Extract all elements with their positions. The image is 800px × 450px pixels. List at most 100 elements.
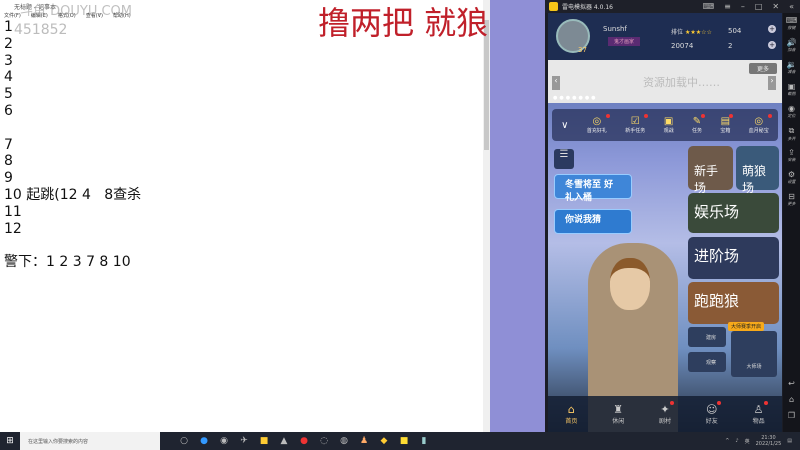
system-tray: ^ ♪ 英 21:30 2022/1/25 ▤ bbox=[725, 435, 800, 447]
rank-stars: ★★★☆☆ bbox=[684, 29, 712, 36]
user-title-badge: 鬼才画家 bbox=[608, 37, 641, 46]
minimize-icon[interactable]: – bbox=[741, 2, 745, 11]
guess-promo[interactable]: 你说我猜 bbox=[554, 209, 632, 234]
gear-icon: ⚙ bbox=[787, 170, 796, 179]
tray-chevron-icon[interactable]: ^ bbox=[725, 438, 729, 444]
task-label: 血月秘宝 bbox=[748, 128, 769, 134]
sidebar-settings[interactable]: ⚙ 设置 bbox=[783, 167, 800, 189]
back-icon[interactable]: ↩ bbox=[783, 376, 800, 392]
app-icon[interactable]: ◆ bbox=[374, 436, 394, 446]
app-icon[interactable]: ● bbox=[294, 436, 314, 446]
text-line: 8 bbox=[4, 153, 13, 170]
app-icon[interactable]: ▮ bbox=[414, 436, 434, 446]
friends-icon: ☺ bbox=[706, 403, 718, 416]
app-icon[interactable]: ◌ bbox=[314, 436, 334, 446]
task-label: 任务 bbox=[691, 128, 702, 134]
chat-icon[interactable]: ☰ bbox=[554, 149, 574, 169]
app-icon[interactable]: ◉ bbox=[214, 436, 234, 446]
task-chest[interactable]: ▤ 宝箱 bbox=[720, 114, 734, 134]
more-button[interactable]: 更多 bbox=[748, 63, 777, 74]
checklist-icon: ☑ bbox=[630, 116, 640, 127]
banner-next-button[interactable]: › bbox=[768, 76, 776, 90]
app-icon[interactable]: ♟ bbox=[354, 436, 374, 446]
home-button-icon[interactable]: ⌂ bbox=[783, 392, 800, 408]
banner-prev-button[interactable]: ‹ bbox=[552, 76, 560, 90]
sidebar-multi[interactable]: ⧉ 多开 bbox=[783, 123, 800, 145]
mode-cute-wolf[interactable]: 萌狼场 bbox=[736, 146, 779, 195]
screenshot-icon: ▣ bbox=[787, 82, 796, 91]
sidebar-label: 定位 bbox=[787, 113, 796, 118]
task-first-recharge[interactable]: ◎ 首充好礼 bbox=[587, 114, 610, 134]
volume-down-icon: 🔉 bbox=[786, 60, 797, 69]
taskbar-search-input[interactable]: 在这里输入你要搜索的内容 bbox=[20, 432, 160, 450]
master-mode-button[interactable]: 大师场 bbox=[731, 331, 777, 377]
clock[interactable]: 21:30 2022/1/25 bbox=[756, 435, 782, 447]
app-icon[interactable]: ■ bbox=[254, 436, 274, 446]
tv-icon: ▣ bbox=[663, 116, 674, 127]
sidebar-label: 安装 bbox=[787, 157, 796, 162]
task-newbie[interactable]: ☑ 新手任务 bbox=[625, 114, 649, 134]
nav-village[interactable]: ✦ 剧村 bbox=[659, 401, 674, 425]
close-icon[interactable]: ✕ bbox=[772, 2, 779, 11]
task-view-icon[interactable]: ○ bbox=[174, 436, 194, 446]
nav-label: 好友 bbox=[705, 418, 718, 425]
sidebar-install[interactable]: ⇪ 安装 bbox=[783, 145, 800, 167]
nav-home[interactable]: ⌂ 首页 bbox=[565, 403, 577, 425]
mode-entertainment[interactable]: 娱乐场 bbox=[688, 193, 779, 233]
gift-icon: ◎ bbox=[592, 116, 602, 127]
level: 37 bbox=[578, 46, 587, 54]
emulator-titlebar: 雷电模拟器 4.0.16 ⌨ ≡ – □ ✕ « bbox=[545, 0, 800, 13]
banner[interactable]: ‹ 资源加载中…… 更多 › ●●●●●●● bbox=[548, 60, 782, 103]
ime-indicator[interactable]: 英 bbox=[745, 438, 750, 445]
mode-run-wolf[interactable]: 跑跑狼 bbox=[688, 282, 779, 324]
text-line bbox=[4, 120, 141, 137]
task-blood-moon[interactable]: ◎ 血月秘宝 bbox=[748, 114, 772, 134]
sidebar-label: 减音 bbox=[787, 69, 796, 74]
emulator-window: 雷电模拟器 4.0.16 ⌨ ≡ – □ ✕ « 37 Sunshf 鬼才画家 排位 ★★… bbox=[545, 0, 800, 432]
gamepad-icon[interactable]: ⌨ bbox=[703, 2, 715, 11]
app-icon[interactable]: ● bbox=[194, 436, 214, 446]
watermark-room: 451852 bbox=[14, 22, 68, 38]
gem-count: 504 bbox=[728, 27, 742, 35]
game-screen: 37 Sunshf 鬼才画家 排位 ★★★☆☆ 504 20074 2 + + … bbox=[548, 13, 782, 432]
nav-leisure[interactable]: ♜ 休闲 bbox=[612, 403, 624, 425]
notification-icon[interactable]: ▤ bbox=[787, 438, 792, 444]
add-gems-button[interactable]: + bbox=[768, 25, 776, 33]
winter-gift-promo[interactable]: 冬雪将至 好礼入桶 bbox=[554, 174, 632, 203]
sidebar-volume-down[interactable]: 🔉 减音 bbox=[783, 57, 800, 79]
nav-friends[interactable]: ☺ 好友 bbox=[705, 401, 721, 425]
create-room-button[interactable]: 建房 bbox=[688, 327, 726, 347]
app-icon[interactable]: ▲ bbox=[274, 436, 294, 446]
windows-start-icon[interactable]: ⊞ bbox=[0, 436, 20, 446]
recent-apps-icon[interactable]: ❐ bbox=[783, 408, 800, 424]
menu-icon[interactable]: ≡ bbox=[724, 2, 731, 11]
scrollbar[interactable] bbox=[483, 0, 490, 432]
nav-items[interactable]: ♙ 物品 bbox=[753, 401, 768, 425]
sidebar-location[interactable]: ◉ 定位 bbox=[783, 101, 800, 123]
sidebar-screenshot[interactable]: ▣ 截图 bbox=[783, 79, 800, 101]
profile-panel: 37 Sunshf 鬼才画家 排位 ★★★☆☆ 504 20074 2 + + bbox=[548, 13, 782, 60]
text-line: 5 bbox=[4, 86, 13, 103]
emulator-taskbar-icon[interactable]: ■ bbox=[394, 436, 414, 446]
mode-advanced[interactable]: 进阶场 bbox=[688, 237, 779, 279]
sidebar-volume-up[interactable]: 🔊 加音 bbox=[783, 35, 800, 57]
maximize-icon[interactable]: □ bbox=[755, 2, 763, 11]
task-missions[interactable]: ✎ 任务 bbox=[691, 114, 705, 134]
mode-newbie[interactable]: 新手场 bbox=[688, 146, 733, 195]
app-icon[interactable]: ✈ bbox=[234, 436, 254, 446]
collapse-tasks-button[interactable]: ∨ bbox=[561, 120, 568, 131]
banner-pagination[interactable]: ●●●●●●● bbox=[553, 95, 598, 101]
sidebar-keymap[interactable]: ⌨ 按键 bbox=[783, 13, 800, 35]
task-spectate[interactable]: ▣ 观战 bbox=[664, 116, 674, 134]
taskbar: ⊞ 在这里输入你要搜索的内容 ○ ● ◉ ✈ ■ ▲ ● ◌ ◍ ♟ ◆ ■ ▮… bbox=[0, 432, 800, 450]
app-icon[interactable]: ◍ bbox=[334, 436, 354, 446]
observe-button[interactable]: 观察 bbox=[688, 352, 726, 372]
items-icon: ♙ bbox=[753, 403, 764, 416]
add-coins-button[interactable]: + bbox=[768, 41, 776, 49]
notepad-text-area[interactable]: 1 2 3 4 5 6 7 8 9 10 起跳(12 4 8查杀 11 12 警下：1 2 3 7 8 … bbox=[4, 19, 141, 271]
collapse-icon[interactable]: « bbox=[789, 2, 794, 11]
multi-instance-icon: ⧉ bbox=[788, 126, 795, 135]
sidebar-more[interactable]: ⊟ 更多 bbox=[783, 189, 800, 211]
emulator-sidebar: ⌨ 按键 🔊 加音 🔉 减音 ▣ 截图 ◉ 定位 ⧉ 多开 ⇪ 安装 ⚙ 设置 ⊟ 更多 ↩ ⌂ … bbox=[783, 13, 800, 432]
volume-icon[interactable]: ♪ bbox=[735, 438, 738, 444]
